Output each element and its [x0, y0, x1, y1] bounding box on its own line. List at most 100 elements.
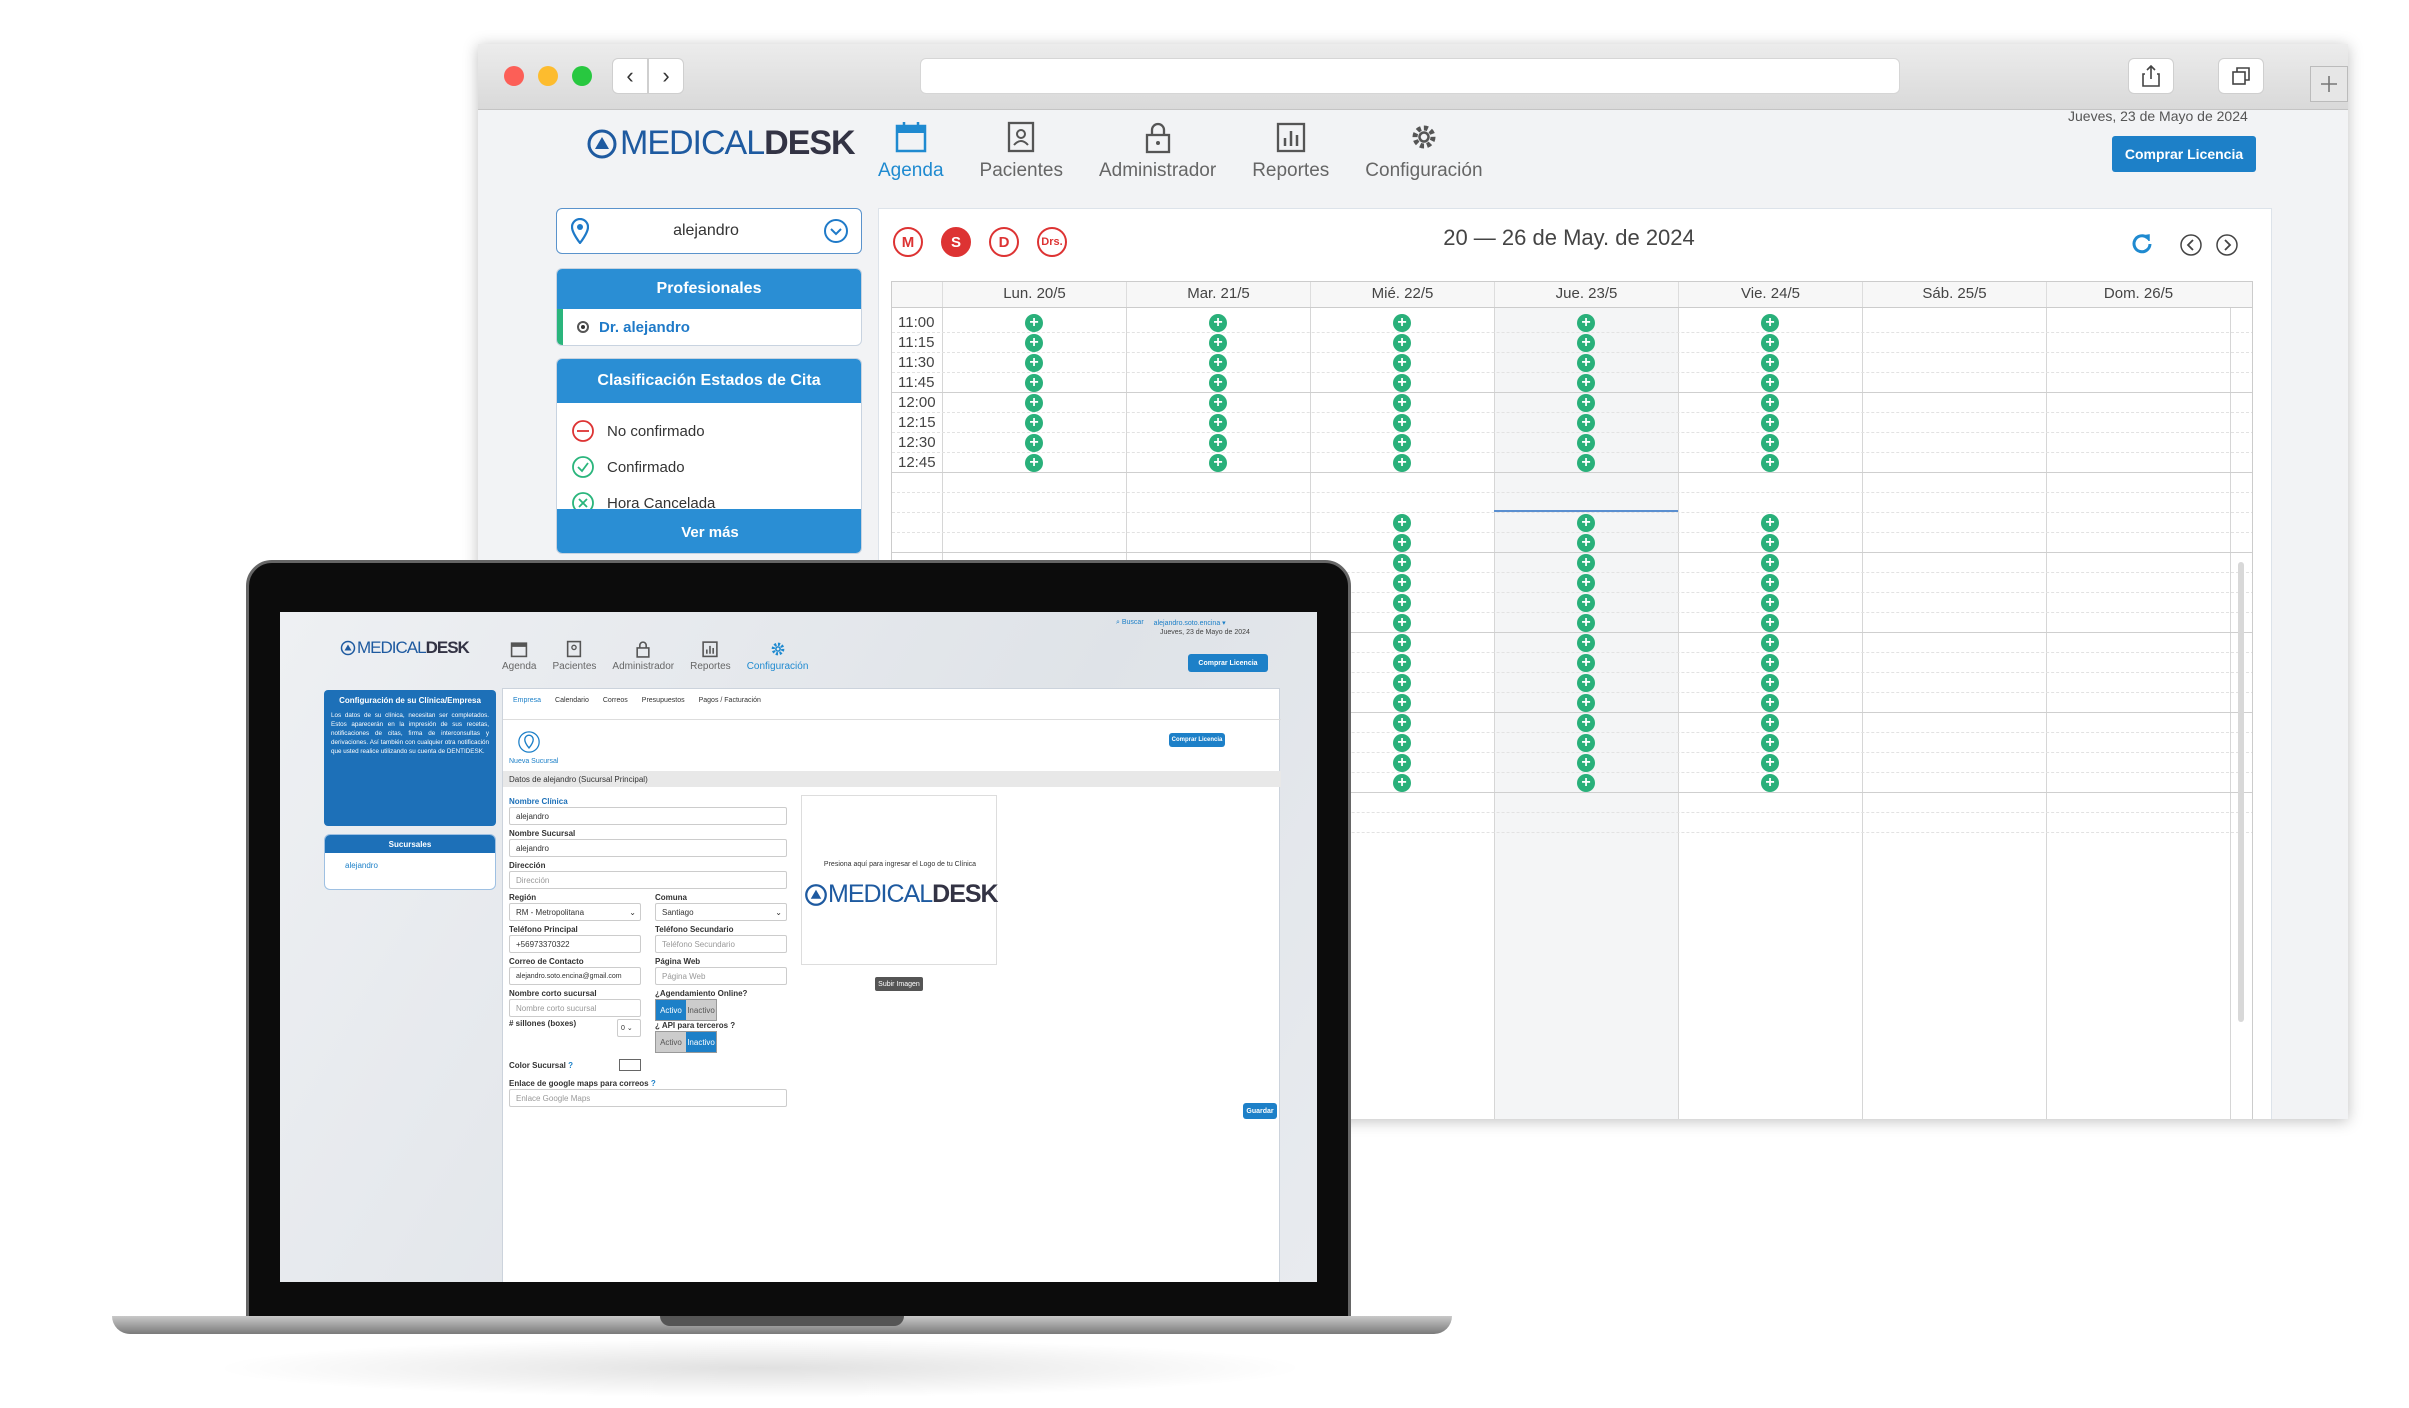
nav-configuracion[interactable]: Configuración [1365, 120, 1483, 182]
new-branch-button[interactable]: Nueva Sucursal [509, 731, 558, 765]
add-appointment-slot[interactable]: + [1393, 394, 1411, 412]
add-appointment-slot[interactable]: + [1577, 754, 1595, 772]
nav-agenda[interactable]: Agenda [878, 120, 944, 182]
tab-empresa[interactable]: Empresa [513, 697, 541, 704]
add-appointment-slot[interactable]: + [1025, 454, 1043, 472]
tabs-overview-button[interactable] [2218, 58, 2264, 94]
add-appointment-slot[interactable]: + [1393, 614, 1411, 632]
tab-correos[interactable]: Correos [603, 697, 628, 704]
add-appointment-slot[interactable]: + [1761, 714, 1779, 732]
view-week-button[interactable]: S [941, 227, 971, 257]
add-appointment-slot[interactable]: + [1393, 314, 1411, 332]
region-select[interactable]: RM - Metropolitana ⌄ [509, 903, 641, 921]
clinic-name-input[interactable]: alejandro [509, 807, 787, 825]
add-appointment-slot[interactable]: + [1761, 394, 1779, 412]
help-icon[interactable]: ? [568, 1061, 573, 1070]
toggle-inactive[interactable]: Inactivo [686, 1032, 716, 1052]
add-appointment-slot[interactable]: + [1761, 374, 1779, 392]
location-select[interactable]: alejandro [556, 208, 862, 254]
add-appointment-slot[interactable]: + [1393, 734, 1411, 752]
add-appointment-slot[interactable]: + [1025, 354, 1043, 372]
add-appointment-slot[interactable]: + [1577, 354, 1595, 372]
add-appointment-slot[interactable]: + [1577, 334, 1595, 352]
add-appointment-slot[interactable]: + [1577, 694, 1595, 712]
web-input[interactable]: Página Web [655, 967, 787, 985]
add-appointment-slot[interactable]: + [1761, 774, 1779, 792]
add-appointment-slot[interactable]: + [1577, 554, 1595, 572]
save-button[interactable]: Guardar [1243, 1103, 1277, 1119]
nav-administrador[interactable]: Administrador [1099, 120, 1216, 182]
laptop-nav-reportes[interactable]: Reportes [690, 640, 731, 672]
add-appointment-slot[interactable]: + [1761, 554, 1779, 572]
add-appointment-slot[interactable]: + [1393, 354, 1411, 372]
api-toggle[interactable]: Activo Inactivo [655, 1031, 717, 1053]
buy-license-button[interactable]: Comprar Licencia [2112, 136, 2256, 172]
add-appointment-slot[interactable]: + [1761, 354, 1779, 372]
add-appointment-slot[interactable]: + [1761, 414, 1779, 432]
close-window-button[interactable] [504, 66, 524, 86]
add-appointment-slot[interactable]: + [1577, 594, 1595, 612]
add-appointment-slot[interactable]: + [1393, 774, 1411, 792]
add-appointment-slot[interactable]: + [1025, 314, 1043, 332]
add-appointment-slot[interactable]: + [1577, 314, 1595, 332]
add-appointment-slot[interactable]: + [1577, 574, 1595, 592]
add-appointment-slot[interactable]: + [1393, 514, 1411, 532]
minimize-window-button[interactable] [538, 66, 558, 86]
help-icon[interactable]: ? [651, 1079, 656, 1088]
add-appointment-slot[interactable]: + [1025, 374, 1043, 392]
chairs-select[interactable]: 0 ⌄ [617, 1019, 641, 1037]
add-appointment-slot[interactable]: + [1025, 394, 1043, 412]
add-appointment-slot[interactable]: + [1393, 594, 1411, 612]
add-appointment-slot[interactable]: + [1577, 634, 1595, 652]
add-appointment-slot[interactable]: + [1761, 454, 1779, 472]
add-appointment-slot[interactable]: + [1761, 654, 1779, 672]
toggle-inactive[interactable]: Inactivo [686, 1000, 716, 1020]
add-appointment-slot[interactable]: + [1761, 634, 1779, 652]
address-input[interactable]: Dirección [509, 871, 787, 889]
refresh-icon[interactable] [2129, 231, 2155, 257]
comuna-select[interactable]: Santiago ⌄ [655, 903, 787, 921]
add-appointment-slot[interactable]: + [1393, 454, 1411, 472]
add-appointment-slot[interactable]: + [1209, 354, 1227, 372]
view-day-button[interactable]: D [989, 227, 1019, 257]
add-appointment-slot[interactable]: + [1761, 314, 1779, 332]
add-appointment-slot[interactable]: + [1577, 774, 1595, 792]
search-link[interactable]: ⌕ Buscar [1116, 619, 1144, 627]
toggle-active[interactable]: Activo [656, 1000, 686, 1020]
phone2-input[interactable]: Teléfono Secundario [655, 935, 787, 953]
laptop-nav-agenda[interactable]: Agenda [502, 640, 536, 672]
address-bar[interactable] [920, 58, 1900, 94]
add-appointment-slot[interactable]: + [1393, 534, 1411, 552]
add-appointment-slot[interactable]: + [1025, 334, 1043, 352]
add-appointment-slot[interactable]: + [1393, 694, 1411, 712]
add-appointment-slot[interactable]: + [1761, 534, 1779, 552]
add-appointment-slot[interactable]: + [1761, 694, 1779, 712]
add-appointment-slot[interactable]: + [1209, 414, 1227, 432]
add-appointment-slot[interactable]: + [1393, 634, 1411, 652]
add-appointment-slot[interactable]: + [1761, 334, 1779, 352]
add-appointment-slot[interactable]: + [1393, 554, 1411, 572]
maximize-window-button[interactable] [572, 66, 592, 86]
add-appointment-slot[interactable]: + [1393, 674, 1411, 692]
add-appointment-slot[interactable]: + [1393, 654, 1411, 672]
branch-item[interactable]: alejandro [325, 853, 495, 878]
laptop-buy-license-button[interactable]: Comprar Licencia [1188, 654, 1268, 672]
upload-image-button[interactable]: Subir Imagen [875, 977, 923, 991]
logo-upload-area[interactable]: Presiona aquí para ingresar el Logo de t… [801, 795, 999, 965]
add-appointment-slot[interactable]: + [1761, 434, 1779, 452]
add-appointment-slot[interactable]: + [1209, 374, 1227, 392]
short-name-input[interactable]: Nombre corto sucursal [509, 999, 641, 1017]
add-appointment-slot[interactable]: + [1761, 574, 1779, 592]
browser-back-button[interactable]: ‹ [612, 58, 648, 94]
add-appointment-slot[interactable]: + [1577, 534, 1595, 552]
laptop-nav-configuracion[interactable]: Configuración [747, 640, 808, 672]
add-appointment-slot[interactable]: + [1577, 454, 1595, 472]
color-picker[interactable] [619, 1059, 641, 1071]
phone-input[interactable]: +56973370322 [509, 935, 641, 953]
add-appointment-slot[interactable]: + [1761, 754, 1779, 772]
app-logo[interactable]: MEDICALDESK [586, 124, 856, 163]
add-appointment-slot[interactable]: + [1393, 434, 1411, 452]
add-appointment-slot[interactable]: + [1577, 614, 1595, 632]
see-more-button[interactable]: Ver más [557, 509, 861, 553]
add-appointment-slot[interactable]: + [1025, 434, 1043, 452]
